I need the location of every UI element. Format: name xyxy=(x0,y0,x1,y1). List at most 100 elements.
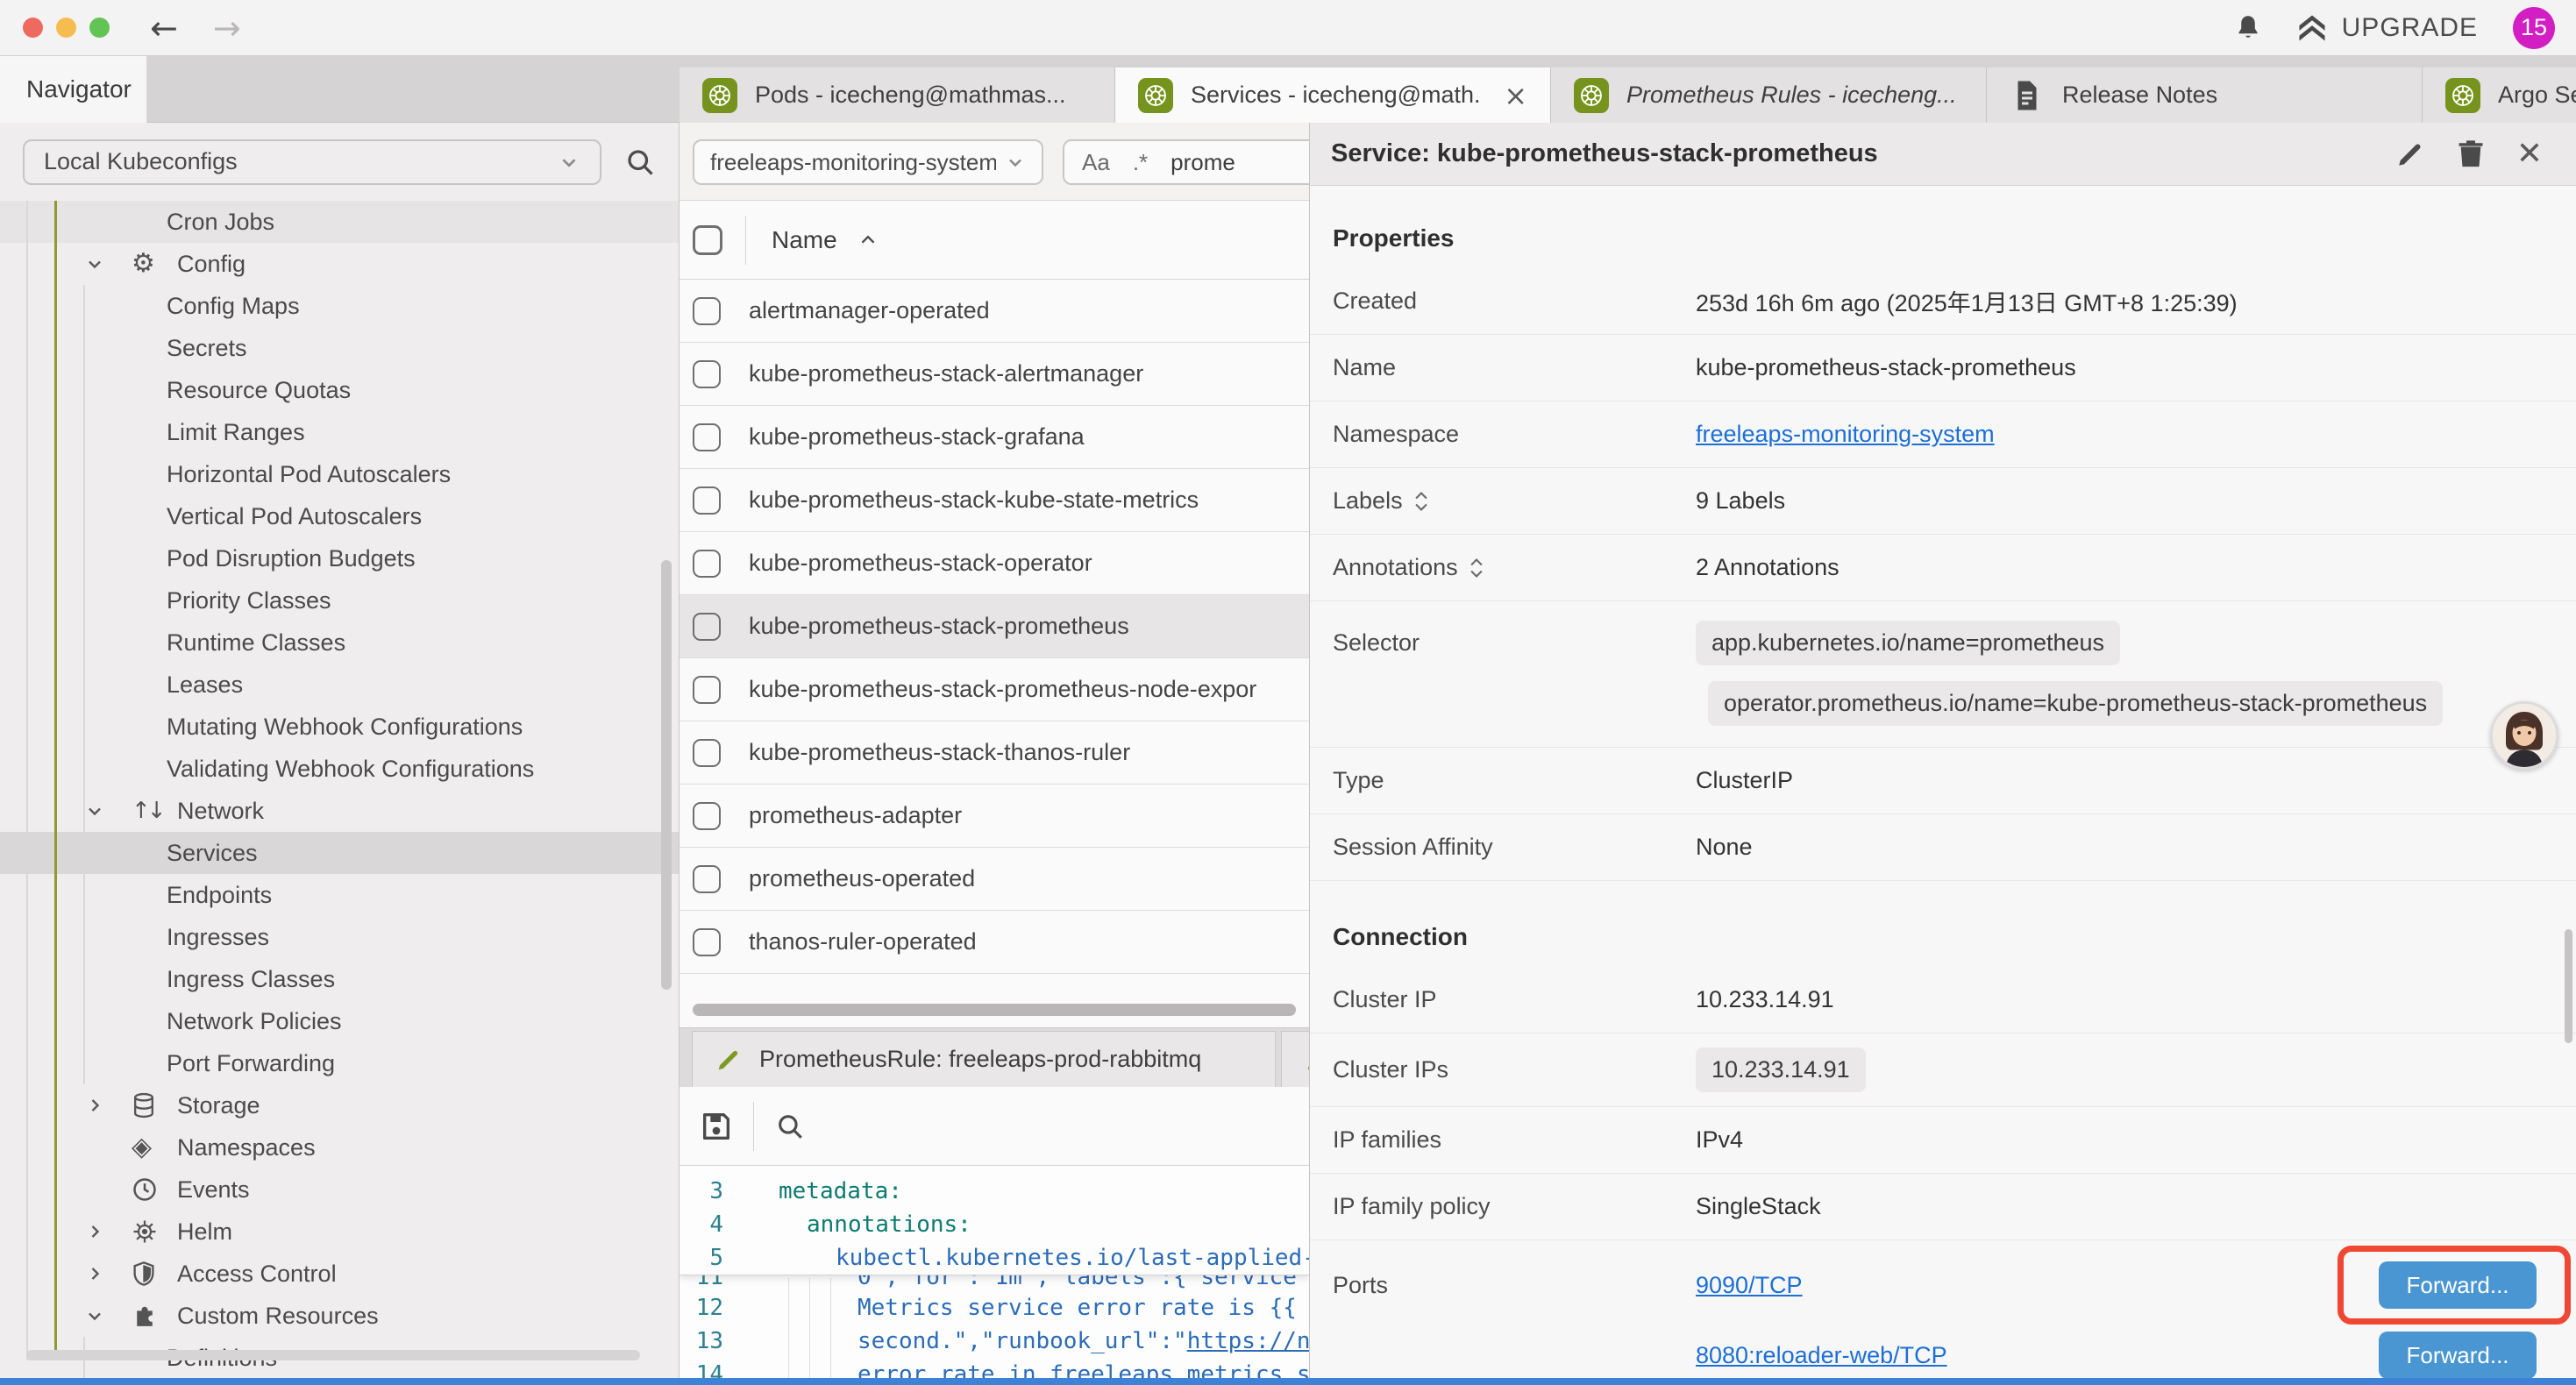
row-checkbox[interactable] xyxy=(693,550,721,578)
sidebar-item[interactable]: ⚙ ↑↓ ◈ Horizontal Pod Autoscalers xyxy=(0,453,679,495)
sidebar-item[interactable]: ⚙ ↑↓ ◈ Namespaces xyxy=(0,1126,679,1168)
expander-chevron-icon[interactable] xyxy=(84,800,132,821)
code-link[interactable]: https://net xyxy=(1187,1328,1309,1354)
edit-icon[interactable] xyxy=(2395,139,2425,169)
sidebar-item[interactable]: ⚙ ↑↓ ◈ Runtime Classes xyxy=(0,621,679,664)
regex-toggle[interactable]: .* xyxy=(1133,149,1148,176)
row-checkbox[interactable] xyxy=(693,297,721,325)
expander-chevron-icon[interactable] xyxy=(84,1263,132,1284)
sidebar-item[interactable]: ⚙ ↑↓ ◈ Custom Resources xyxy=(0,1295,679,1337)
editor-tab-2[interactable] xyxy=(1281,1031,1309,1087)
expander-chevron-icon[interactable] xyxy=(84,1221,132,1242)
row-checkbox[interactable] xyxy=(693,739,721,767)
sidebar-item[interactable]: ⚙ ↑↓ ◈ Leases xyxy=(0,664,679,706)
forward-button[interactable]: Forward... xyxy=(2379,1261,2537,1309)
name-column-header[interactable]: Name xyxy=(772,226,837,254)
row-checkbox[interactable] xyxy=(693,928,721,956)
sidebar-item[interactable]: ⚙ ↑↓ ◈ Resource Quotas xyxy=(0,369,679,411)
kube-prometheus-stack-alertmanager[interactable]: kube-prometheus-stack-alertmanager xyxy=(680,343,1309,406)
close-tab-icon[interactable]: × xyxy=(1504,79,1527,112)
expand-collapse-icon[interactable] xyxy=(1413,490,1429,513)
sidebar-item[interactable]: ⚙ ↑↓ ◈ Helm xyxy=(0,1211,679,1253)
save-icon[interactable] xyxy=(699,1109,734,1144)
select-all-checkbox[interactable] xyxy=(693,225,722,255)
kubeconfig-select[interactable]: Local Kubeconfigs xyxy=(23,139,601,185)
port-link[interactable]: 8080:reloader-web/TCP xyxy=(1696,1342,1947,1369)
delete-icon[interactable] xyxy=(2457,139,2485,169)
row-checkbox[interactable] xyxy=(693,865,721,893)
sidebar-item[interactable]: ⚙ ↑↓ ◈ Events xyxy=(0,1168,679,1211)
app-tab[interactable]: Pods - icecheng@mathmas... xyxy=(680,67,1115,123)
sidebar-item[interactable]: ⚙ ↑↓ ◈ Mutating Webhook Configurations xyxy=(0,706,679,748)
sidebar-item[interactable]: ⚙ ↑↓ ◈ Ingress Classes xyxy=(0,958,679,1000)
sidebar-item[interactable]: ⚙ ↑↓ ◈ Endpoints xyxy=(0,874,679,916)
sidebar-item[interactable]: ⚙ ↑↓ ◈ Services xyxy=(0,832,679,874)
sidebar-item[interactable]: ⚙ ↑↓ ◈ Port Forwarding xyxy=(0,1042,679,1084)
namespace-link[interactable]: freeleaps-monitoring-system xyxy=(1696,421,1995,448)
kube-prometheus-stack-prometheus-node-expor[interactable]: kube-prometheus-stack-prometheus-node-ex… xyxy=(680,658,1309,721)
detail-scrollbar[interactable] xyxy=(2565,929,2572,1043)
kube-prometheus-stack-operator[interactable]: kube-prometheus-stack-operator xyxy=(680,532,1309,595)
forward-button[interactable]: → xyxy=(213,11,241,45)
avatar[interactable] xyxy=(2490,701,2558,770)
row-checkbox[interactable] xyxy=(693,360,721,388)
prometheus-adapter[interactable]: prometheus-adapter xyxy=(680,785,1309,848)
maximize-window-button[interactable] xyxy=(89,18,110,38)
indent-guide xyxy=(809,1278,810,1378)
row-checkbox[interactable] xyxy=(693,676,721,704)
horizontal-scrollbar[interactable] xyxy=(693,1004,1296,1016)
count-badge[interactable]: 15 xyxy=(2513,7,2555,49)
namespace-filter-select[interactable]: freeleaps-monitoring-system xyxy=(693,139,1043,185)
sidebar-scrollbar[interactable] xyxy=(661,560,672,990)
minimize-window-button[interactable] xyxy=(56,18,76,38)
sidebar-item[interactable]: ⚙ ↑↓ ◈ Network xyxy=(0,790,679,832)
sidebar-item[interactable]: ⚙ ↑↓ ◈ Validating Webhook Configurations xyxy=(0,748,679,790)
resource-search-input[interactable]: Aa .* prome xyxy=(1063,139,1309,185)
editor-search-icon[interactable] xyxy=(775,1112,805,1141)
sidebar-item[interactable]: ⚙ ↑↓ ◈ Cron Jobs xyxy=(0,201,679,243)
row-checkbox[interactable] xyxy=(693,613,721,641)
sidebar-item[interactable]: ⚙ ↑↓ ◈ Vertical Pod Autoscalers xyxy=(0,495,679,537)
kube-prometheus-stack-grafana[interactable]: kube-prometheus-stack-grafana xyxy=(680,406,1309,469)
forward-button[interactable]: Forward... xyxy=(2379,1332,2537,1378)
expander-chevron-icon[interactable] xyxy=(84,1095,132,1116)
row-checkbox[interactable] xyxy=(693,487,721,515)
upgrade-button[interactable]: UPGRADE xyxy=(2296,13,2478,43)
close-icon[interactable]: ✕ xyxy=(2516,138,2543,170)
sidebar-item[interactable]: ⚙ ↑↓ ◈ Storage xyxy=(0,1084,679,1126)
sidebar-item[interactable]: ⚙ ↑↓ ◈ Ingresses xyxy=(0,916,679,958)
sidebar-item[interactable]: ⚙ ↑↓ ◈ Secrets xyxy=(0,327,679,369)
match-case-toggle[interactable]: Aa xyxy=(1082,149,1110,176)
kube-prometheus-stack-kube-state-metrics[interactable]: kube-prometheus-stack-kube-state-metrics xyxy=(680,469,1309,532)
alertmanager-operated[interactable]: alertmanager-operated xyxy=(680,280,1309,343)
notifications-bell-icon[interactable] xyxy=(2235,13,2261,43)
app-tab[interactable]: Release Notes xyxy=(1987,67,2423,123)
sidebar-item[interactable]: ⚙ ↑↓ ◈ Config xyxy=(0,243,679,285)
app-tab[interactable]: Services - icecheng@math... × xyxy=(1115,67,1551,123)
yaml-editor[interactable]: 3 metadata: 4 annotations: 5 kubectl.kub… xyxy=(680,1166,1309,1378)
row-checkbox[interactable] xyxy=(693,802,721,830)
sidebar-horizontal-scrollbar[interactable] xyxy=(26,1350,640,1360)
navigator-panel-tab[interactable]: Navigator xyxy=(0,56,147,123)
prometheus-operated[interactable]: prometheus-operated xyxy=(680,848,1309,911)
sidebar-item[interactable]: ⚙ ↑↓ ◈ Limit Ranges xyxy=(0,411,679,453)
sidebar-item[interactable]: ⚙ ↑↓ ◈ Network Policies xyxy=(0,1000,679,1042)
editor-tab[interactable]: PrometheusRule: freeleaps-prod-rabbitmq xyxy=(692,1031,1276,1087)
sidebar-item[interactable]: ⚙ ↑↓ ◈ Access Control xyxy=(0,1253,679,1295)
expander-chevron-icon[interactable] xyxy=(84,1305,132,1326)
kube-prometheus-stack-prometheus[interactable]: kube-prometheus-stack-prometheus xyxy=(680,595,1309,658)
thanos-ruler-operated[interactable]: thanos-ruler-operated xyxy=(680,911,1309,974)
expand-collapse-icon[interactable] xyxy=(1469,557,1484,579)
sidebar-item[interactable]: ⚙ ↑↓ ◈ Pod Disruption Budgets xyxy=(0,537,679,579)
app-tab[interactable]: Prometheus Rules - icecheng... xyxy=(1551,67,1987,123)
kube-prometheus-stack-thanos-ruler[interactable]: kube-prometheus-stack-thanos-ruler xyxy=(680,721,1309,785)
sidebar-item[interactable]: ⚙ ↑↓ ◈ Config Maps xyxy=(0,285,679,327)
back-button[interactable]: ← xyxy=(150,11,178,45)
app-tab[interactable]: Argo Se xyxy=(2423,67,2576,123)
close-window-button[interactable] xyxy=(23,18,43,38)
sidebar-item[interactable]: ⚙ ↑↓ ◈ Priority Classes xyxy=(0,579,679,621)
expander-chevron-icon[interactable] xyxy=(84,253,132,274)
port-link[interactable]: 9090/TCP xyxy=(1696,1272,1803,1299)
row-checkbox[interactable] xyxy=(693,423,721,451)
search-icon[interactable] xyxy=(624,146,656,178)
